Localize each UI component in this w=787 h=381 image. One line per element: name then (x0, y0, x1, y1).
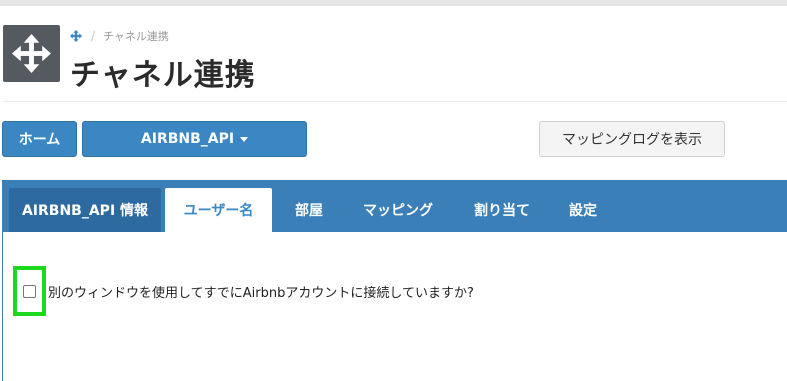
tab-settings-label: 設定 (569, 203, 597, 219)
tab-airbnb-info[interactable]: AIRBNB_API 情報 (9, 188, 161, 232)
connected-account-row: 別のウィンドウを使用してすでにAirbnbアカウントに接続していますか? (13, 266, 474, 316)
home-button-label: ホーム (18, 132, 61, 148)
tab-settings[interactable]: 設定 (554, 188, 612, 232)
tab-airbnb-info-label: AIRBNB_API 情報 (21, 203, 149, 219)
tab-mapping[interactable]: マッピング (346, 188, 450, 232)
view-mapping-log-label: マッピングログを表示 (562, 132, 702, 148)
page-title: チャネル連携 (70, 58, 256, 93)
channel-dropdown-button[interactable]: AIRBNB_API (82, 121, 307, 157)
channel-dropdown-label: AIRBNB_API (140, 131, 235, 147)
connected-account-checkbox[interactable] (23, 284, 36, 298)
channel-panel: AIRBNB_API 情報 ユーザー名 部屋 マッピング 割り当て 設定 別のウ… (2, 180, 787, 381)
tab-assignment-label: 割り当て (474, 203, 530, 219)
divider (3, 101, 787, 102)
connected-account-label[interactable]: 別のウィンドウを使用してすでにAirbnbアカウントに接続していますか? (48, 282, 474, 301)
tab-mapping-label: マッピング (363, 203, 433, 219)
caret-down-icon (240, 136, 249, 142)
home-button[interactable]: ホーム (2, 121, 77, 157)
tab-username[interactable]: ユーザー名 (165, 188, 272, 232)
move-arrows-icon[interactable] (70, 30, 82, 42)
tab-username-label: ユーザー名 (183, 203, 254, 219)
top-bar (0, 0, 787, 6)
breadcrumb-current: チャネル連携 (103, 30, 169, 43)
move-arrows-icon (3, 25, 60, 82)
breadcrumb: / チャネル連携 (70, 29, 169, 43)
view-mapping-log-button[interactable]: マッピングログを表示 (539, 121, 725, 157)
tab-rooms[interactable]: 部屋 (277, 188, 341, 232)
tab-assignment[interactable]: 割り当て (455, 188, 549, 232)
tab-bar: AIRBNB_API 情報 ユーザー名 部屋 マッピング 割り当て 設定 (3, 180, 787, 232)
breadcrumb-separator: / (91, 29, 96, 43)
checkbox-highlight (13, 266, 46, 316)
tab-rooms-label: 部屋 (295, 203, 323, 219)
